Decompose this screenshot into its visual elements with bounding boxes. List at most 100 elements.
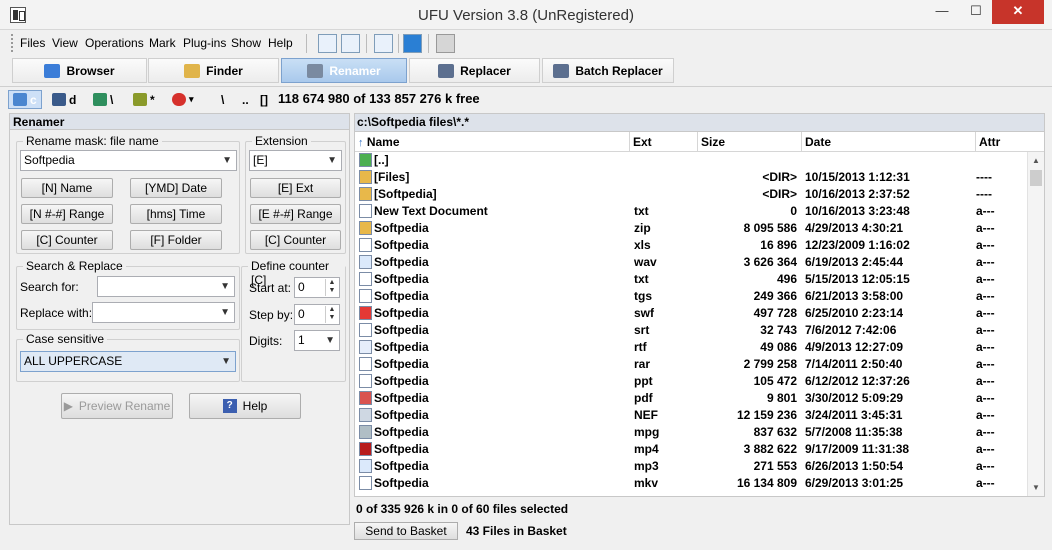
minimize-button[interactable]: — (925, 0, 959, 24)
cell-attr: a--- (976, 374, 995, 388)
tab-batch-replacer[interactable]: Batch Replacer (542, 58, 674, 83)
maximize-button[interactable]: ☐ (959, 0, 993, 24)
table-row[interactable]: Softpedia tgs 249 366 6/21/2013 3:58:00 a--- (355, 288, 1025, 305)
menu-help[interactable]: Help (268, 36, 293, 50)
trash-icon[interactable] (436, 34, 455, 53)
table-row[interactable]: Softpedia mp4 3 882 622 9/17/2009 11:31:38 a… (355, 441, 1025, 458)
name-token-button[interactable]: [N] Name (21, 178, 113, 198)
drive-network[interactable]: \ (93, 90, 113, 109)
parent-button[interactable]: .. (242, 90, 249, 109)
spinner-arrows-icon[interactable]: ▲ ▼ (325, 279, 338, 296)
table-row[interactable]: Softpedia srt 32 743 7/6/2012 7:42:06 a--- (355, 322, 1025, 339)
checklist-icon[interactable] (374, 34, 393, 53)
root-button[interactable]: \ (221, 90, 224, 109)
digits-combo[interactable]: 1 ▼ (294, 330, 340, 351)
extension-label: Extension (252, 134, 311, 148)
column-attr[interactable]: Attr (976, 132, 1044, 152)
table-row[interactable]: Softpedia wav 3 626 364 6/19/2013 2:45:44 a-… (355, 254, 1025, 271)
drive-favorites[interactable]: * (133, 90, 155, 109)
table-row[interactable]: [..] (355, 152, 1025, 169)
menu-show[interactable]: Show (231, 36, 261, 50)
table-row[interactable]: Softpedia rar 2 799 258 7/14/2011 2:50:40 a-… (355, 356, 1025, 373)
preview-rename-button[interactable]: ▶ Preview Rename (61, 393, 173, 419)
start-at-spinner[interactable]: 0 ▲ ▼ (294, 277, 340, 298)
cell-size: 497 728 (753, 306, 797, 320)
table-row[interactable]: Softpedia mkv 16 134 809 6/29/2013 3:01:25 a… (355, 475, 1025, 492)
spinner-arrows-icon[interactable]: ▲ ▼ (325, 306, 338, 323)
drive-d[interactable]: d (52, 90, 76, 109)
menu-mark[interactable]: Mark (149, 36, 176, 50)
ext-token-button[interactable]: [E] Ext (250, 178, 341, 198)
cell-name: Softpedia (374, 221, 429, 235)
brackets-button[interactable]: [] (260, 90, 268, 109)
scroll-up-icon[interactable]: ▲ (1028, 156, 1044, 165)
scroll-down-icon[interactable]: ▼ (1028, 483, 1044, 492)
table-row[interactable]: Softpedia xls 16 896 12/23/2009 1:16:02 a--- (355, 237, 1025, 254)
extension-combo[interactable]: [E] ▼ (249, 150, 342, 171)
table-row[interactable]: Softpedia pdf 9 801 3/30/2012 5:09:29 a--- (355, 390, 1025, 407)
cell-name: Softpedia (374, 408, 429, 422)
cell-name: New Text Document (374, 204, 488, 218)
column-name[interactable]: ↑ Name (355, 132, 630, 152)
help-button[interactable]: ? Help (189, 393, 301, 419)
view-details-icon[interactable] (341, 34, 360, 53)
tab-renamer[interactable]: Renamer (281, 58, 407, 83)
view-list-icon[interactable] (318, 34, 337, 53)
drive-c[interactable]: c (8, 90, 42, 109)
menu-view[interactable]: View (52, 36, 78, 50)
flash-file-icon (359, 306, 372, 320)
tab-label: Replacer (460, 63, 511, 78)
cell-ext: tgs (634, 289, 652, 303)
table-row[interactable]: Softpedia NEF 12 159 236 3/24/2011 3:45:31 a… (355, 407, 1025, 424)
tab-browser[interactable]: Browser (12, 58, 147, 83)
favorites-dropdown[interactable]: ▾ (172, 90, 194, 109)
menu-files[interactable]: Files (20, 36, 45, 50)
range-token-button[interactable]: [N #-#] Range (21, 204, 113, 224)
scroll-thumb[interactable] (1030, 170, 1042, 186)
replace-with-combo[interactable]: ▼ (92, 302, 235, 323)
close-button[interactable]: ✕ (992, 0, 1044, 24)
cell-size: 32 743 (760, 323, 797, 337)
cell-attr: a--- (976, 442, 995, 456)
tab-finder[interactable]: Finder (148, 58, 279, 83)
date-token-button[interactable]: [YMD] Date (130, 178, 222, 198)
table-row[interactable]: Softpedia ppt 105 472 6/12/2012 12:37:26 a--… (355, 373, 1025, 390)
send-to-basket-button[interactable]: Send to Basket (354, 522, 458, 540)
table-row[interactable]: Softpedia mpg 837 632 5/7/2008 11:35:38 a--- (355, 424, 1025, 441)
search-for-combo[interactable]: ▼ (97, 276, 235, 297)
case-combo[interactable]: ALL UPPERCASE ▼ (20, 351, 236, 372)
table-row[interactable]: Softpedia mp3 271 553 6/26/2013 1:50:54 a--- (355, 458, 1025, 475)
file-icon (359, 476, 372, 490)
table-row[interactable]: Softpedia swf 497 728 6/25/2010 2:23:14 a--- (355, 305, 1025, 322)
ext-range-button[interactable]: [E #-#] Range (250, 204, 341, 224)
cell-ext: swf (634, 306, 655, 320)
cell-attr: a--- (976, 238, 995, 252)
folder-token-button[interactable]: [F] Folder (130, 230, 222, 250)
cell-attr: a--- (976, 425, 995, 439)
time-token-button[interactable]: [hms] Time (130, 204, 222, 224)
table-row[interactable]: Softpedia zip 8 095 586 4/29/2013 4:30:21 a-… (355, 220, 1025, 237)
menu-operations[interactable]: Operations (85, 36, 144, 50)
table-row[interactable]: Softpedia txt 496 5/15/2013 12:05:15 a--- (355, 271, 1025, 288)
settings-icon[interactable] (403, 34, 422, 53)
cell-size: 3 626 364 (743, 255, 797, 269)
menu-bar: Files View Operations Mark Plug-ins Show… (0, 30, 1052, 56)
column-ext[interactable]: Ext (630, 132, 698, 152)
step-by-spinner[interactable]: 0 ▲ ▼ (294, 304, 340, 325)
cell-date: 10/15/2013 1:12:31 (805, 170, 910, 184)
table-row[interactable]: [Files] <DIR> 10/15/2013 1:12:31 ---- (355, 169, 1025, 186)
tab-replacer[interactable]: Replacer (409, 58, 540, 83)
table-row[interactable]: [Softpedia] <DIR> 10/16/2013 2:37:52 ---- (355, 186, 1025, 203)
menu-plugins[interactable]: Plug-ins (183, 36, 226, 50)
column-date[interactable]: Date (802, 132, 976, 152)
vertical-scrollbar[interactable]: ▲ ▼ (1027, 152, 1044, 496)
column-size[interactable]: Size (698, 132, 802, 152)
counter-token-button[interactable]: [C] Counter (21, 230, 113, 250)
cell-date: 6/29/2013 3:01:25 (805, 476, 904, 490)
rename-mask-combo[interactable]: Softpedia ▼ (20, 150, 237, 171)
table-row[interactable]: New Text Document txt 0 10/16/2013 3:23:48 a… (355, 203, 1025, 220)
ext-counter-button[interactable]: [C] Counter (250, 230, 341, 250)
cell-size: 2 799 258 (743, 357, 797, 371)
table-row[interactable]: Softpedia rtf 49 086 4/9/2013 12:27:09 a--- (355, 339, 1025, 356)
cell-attr: a--- (976, 459, 995, 473)
